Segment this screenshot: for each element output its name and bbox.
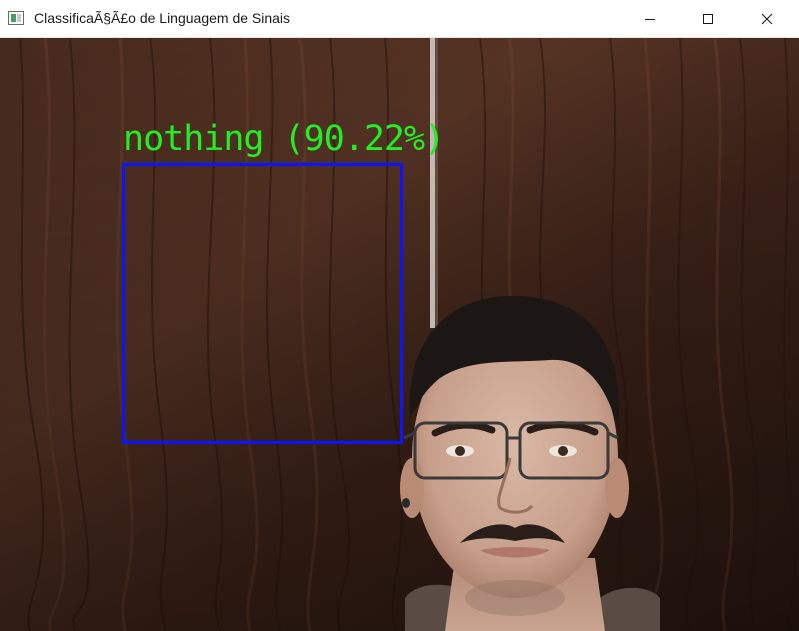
- close-button[interactable]: [744, 0, 790, 38]
- maximize-button[interactable]: [685, 0, 731, 38]
- close-icon: [761, 13, 773, 25]
- maximize-icon: [703, 14, 713, 24]
- camera-feed: nothing (90.22%): [0, 38, 799, 631]
- window-title: ClassificaÃ§Ã£o de Linguagem de Sinais: [34, 10, 291, 26]
- app-window-icon: [8, 11, 24, 25]
- app-window: ClassificaÃ§Ã£o de Linguagem de Sinais n…: [0, 0, 799, 631]
- roi-bounding-box: [122, 163, 403, 444]
- minimize-icon: [645, 19, 655, 20]
- title-bar[interactable]: ClassificaÃ§Ã£o de Linguagem de Sinais: [0, 0, 799, 38]
- minimize-button[interactable]: [627, 0, 673, 38]
- prediction-label: nothing (90.22%): [123, 119, 445, 159]
